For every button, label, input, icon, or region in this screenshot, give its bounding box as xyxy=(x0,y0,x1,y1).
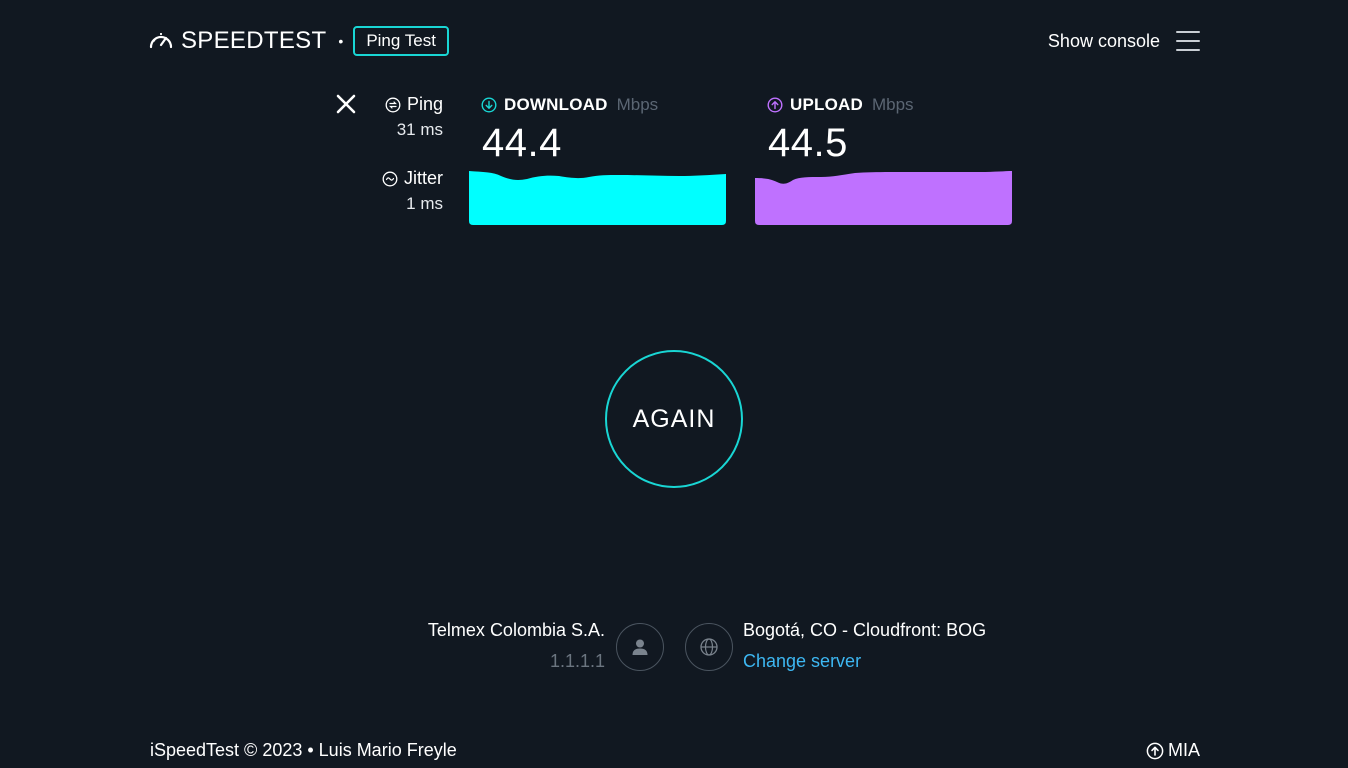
jitter-value: 1 ms xyxy=(406,194,443,213)
close-icon[interactable] xyxy=(334,92,358,116)
upload-unit: Mbps xyxy=(871,95,914,114)
show-console-link[interactable]: Show console xyxy=(1048,31,1160,52)
speedometer-icon xyxy=(148,28,174,54)
globe-icon xyxy=(685,623,733,671)
download-graph xyxy=(469,171,726,225)
jitter-label: Jitter xyxy=(403,168,443,188)
brand-name[interactable]: SPEEDTEST xyxy=(181,27,326,55)
server-name: Bogotá, CO - Cloudfront: BOG xyxy=(743,620,987,640)
region-arrow-icon xyxy=(1146,742,1164,759)
ping-value: 31 ms xyxy=(396,120,443,139)
footer-credit: iSpeedTest © 2023 • Luis Mario Freyle xyxy=(150,740,457,760)
upload-graph xyxy=(755,171,1012,225)
download-card: DOWNLOAD Mbps 44.4 xyxy=(469,93,726,225)
upload-value: 44.5 xyxy=(768,121,848,165)
speedtest-page: SPEEDTEST • Ping Test Show console Ping … xyxy=(0,0,1348,768)
header-actions: Show console xyxy=(1048,24,1200,58)
download-header: DOWNLOAD Mbps xyxy=(469,93,726,117)
ping-label: Ping xyxy=(406,94,443,114)
download-value: 44.4 xyxy=(482,121,562,165)
upload-arrow-icon xyxy=(767,97,783,113)
ping-metric: Ping 31 ms xyxy=(385,94,443,140)
again-button[interactable]: AGAIN xyxy=(605,350,743,488)
change-server-link[interactable]: Change server xyxy=(743,651,986,672)
provider-name: Telmex Colombia S.A. xyxy=(427,620,605,640)
download-arrow-icon xyxy=(481,97,497,113)
upload-card: UPLOAD Mbps 44.5 xyxy=(755,93,1012,225)
brand: SPEEDTEST • Ping Test xyxy=(148,24,449,58)
jitter-label-row: Jitter xyxy=(382,168,443,189)
upload-header: UPLOAD Mbps xyxy=(755,93,1012,117)
hamburger-menu-icon[interactable] xyxy=(1176,31,1200,51)
provider-info: Telmex Colombia S.A. 1.1.1.1 xyxy=(428,620,605,672)
download-title: DOWNLOAD xyxy=(504,95,608,114)
ping-icon xyxy=(385,97,401,112)
upload-title: UPLOAD xyxy=(790,95,863,114)
ping-label-row: Ping xyxy=(385,94,443,115)
jitter-metric: Jitter 1 ms xyxy=(382,168,443,214)
provider-ip: 1.1.1.1 xyxy=(549,651,605,671)
download-unit: Mbps xyxy=(616,95,659,114)
region-label: MIA xyxy=(1167,740,1200,760)
ping-test-button[interactable]: Ping Test xyxy=(353,26,449,56)
user-icon xyxy=(616,623,664,671)
brand-separator: • xyxy=(338,33,344,49)
jitter-icon xyxy=(382,171,398,186)
server-info: Bogotá, CO - Cloudfront: BOG Change serv… xyxy=(743,620,986,672)
footer-region[interactable]: MIA xyxy=(1146,740,1200,761)
